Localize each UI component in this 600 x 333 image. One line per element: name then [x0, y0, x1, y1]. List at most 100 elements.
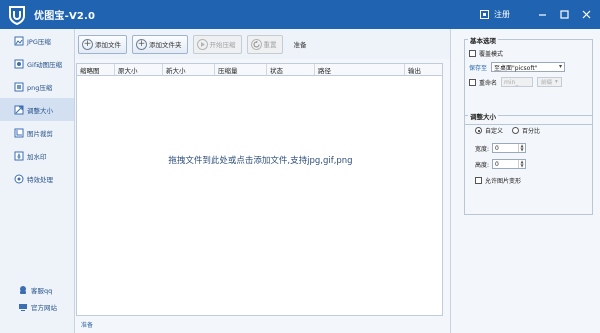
register-icon [480, 10, 489, 19]
basic-options-title: 基本选项 [468, 35, 498, 45]
png-icon [14, 82, 24, 91]
drop-hint: 拖拽文件到此处或点击添加文件,支持jpg,gif,png [168, 156, 353, 166]
sidebar-item-website[interactable]: 官方网站 [0, 298, 75, 315]
overwrite-label: 覆盖模式 [479, 51, 504, 58]
resize-icon [14, 105, 24, 114]
add-folder-button[interactable]: + 添加文件夹 [132, 34, 188, 54]
overwrite-checkbox[interactable]: 覆盖模式 [469, 49, 503, 58]
column-header[interactable]: 压缩量 [215, 64, 267, 75]
percent-radio[interactable]: 百分比 [512, 126, 540, 135]
width-row: 宽度: 0 ▲ ▼ [475, 143, 526, 153]
chevron-down-icon: ▾ [555, 79, 558, 85]
column-header[interactable]: 缩略图 [77, 64, 115, 75]
play-icon [196, 38, 208, 50]
app-logo-icon [6, 4, 28, 26]
allow-deform-checkbox[interactable]: 允许图片变形 [475, 176, 521, 185]
sidebar-item-label: 官方网站 [31, 303, 57, 312]
watermark-icon [14, 151, 24, 160]
column-header[interactable]: 状态 [267, 64, 315, 75]
stepper-arrows-icon[interactable]: ▲ ▼ [518, 144, 525, 152]
rename-value: min_ [504, 78, 519, 86]
rename-mode-select[interactable]: 前缀 ▾ [537, 77, 562, 87]
toolbar: + 添加文件 + 添加文件夹 开始压缩 重置 准备 [76, 29, 450, 59]
rename-mode-label: 前缀 [541, 80, 553, 86]
sidebar-bottom: 客服qq 官方网站 [0, 281, 75, 315]
percent-label: 百分比 [522, 128, 541, 135]
add-folder-label: 添加文件夹 [149, 41, 182, 49]
app-window: 优图宝-V2.0 注册 JPG压缩 Gif动图压缩 png压缩 调整大小 图片裁… [0, 0, 600, 333]
status-bar: 准备 [76, 316, 450, 333]
height-stepper[interactable]: 0 ▲ ▼ [492, 159, 526, 169]
stepper-arrows-icon[interactable]: ▲ ▼ [518, 160, 525, 168]
close-icon[interactable] [578, 7, 594, 23]
width-label: 宽度: [475, 145, 490, 153]
width-value: 0 [495, 144, 499, 152]
start-compress-label: 开始压缩 [209, 41, 236, 49]
column-header[interactable]: 新大小 [163, 64, 215, 75]
table-header: 缩略图 原大小 新大小 压缩量 状态 路径 输出 [77, 64, 442, 76]
column-header[interactable]: 原大小 [115, 64, 163, 75]
sidebar-item-label: png压缩 [27, 83, 53, 92]
file-table[interactable]: 缩略图 原大小 新大小 压缩量 状态 路径 输出 拖拽文件到此处或点击添加文件,… [76, 63, 443, 316]
sidebar-item-png[interactable]: png压缩 [0, 75, 74, 98]
sidebar-item-resize[interactable]: 调整大小 [0, 98, 74, 121]
crop-icon [14, 128, 24, 137]
sidebar-item-crop[interactable]: 图片裁剪 [0, 121, 74, 144]
sidebar-item-label: 客服qq [31, 286, 53, 295]
reset-label: 重置 [263, 41, 277, 49]
jpg-icon [14, 36, 24, 45]
gif-icon [14, 59, 24, 68]
custom-label: 自定义 [485, 128, 504, 135]
refresh-icon [250, 38, 262, 50]
custom-radio[interactable]: 自定义 [475, 126, 503, 135]
app-title: 优图宝-V2.0 [34, 11, 96, 22]
sidebar-item-support[interactable]: 客服qq [0, 281, 75, 298]
sidebar-item-effects[interactable]: 特效处理 [0, 167, 74, 190]
website-icon [19, 303, 27, 311]
title-bar: 优图宝-V2.0 注册 [0, 0, 600, 29]
checkbox-icon [475, 177, 482, 184]
sidebar-item-label: 特效处理 [27, 175, 53, 184]
sidebar-item-label: 加水印 [27, 152, 47, 161]
column-header[interactable]: 输出 [405, 64, 442, 75]
save-to-value: 至桌面"picsoft" [494, 64, 538, 72]
sidebar-item-label: JPG压缩 [27, 37, 51, 46]
radio-icon [512, 127, 519, 134]
height-row: 高度: 0 ▲ ▼ [475, 159, 526, 169]
save-to-select[interactable]: 至桌面"picsoft" ▾ [491, 62, 566, 72]
support-icon [20, 285, 26, 294]
plus-icon: + [136, 38, 147, 50]
rename-checkbox[interactable] [469, 78, 476, 86]
status-text: 准备 [81, 322, 94, 329]
sidebar-item-jpg[interactable]: JPG压缩 [0, 29, 74, 52]
chevron-down-icon: ▾ [559, 63, 563, 70]
resize-options-title: 调整大小 [468, 111, 498, 121]
column-header[interactable]: 路径 [315, 64, 405, 75]
add-file-label: 添加文件 [95, 41, 121, 49]
start-compress-button[interactable]: 开始压缩 [192, 34, 242, 54]
sidebar-item-label: Gif动图压缩 [27, 60, 63, 69]
radio-selected-icon [475, 127, 482, 134]
sidebar-item-watermark[interactable]: 加水印 [0, 144, 74, 167]
sidebar: JPG压缩 Gif动图压缩 png压缩 调整大小 图片裁剪 加水印 特效处理 客… [0, 29, 75, 333]
register-label: 注册 [494, 10, 510, 19]
title-right: 注册 [480, 0, 594, 29]
resize-options-group: 调整大小 自定义 百分比 宽度: 0 ▲ ▼ 高度: 0 ▲ ▼ 允许图片变形 [464, 111, 593, 215]
register-button[interactable]: 注册 [480, 9, 510, 20]
width-stepper[interactable]: 0 ▲ ▼ [492, 143, 526, 153]
effects-icon [14, 174, 24, 183]
options-panel: 基本选项 覆盖模式 保存至 至桌面"picsoft" ▾ 重命名 min_ 前缀… [450, 29, 600, 333]
maximize-icon[interactable] [556, 7, 572, 23]
rename-input[interactable]: min_ [501, 77, 534, 87]
sidebar-item-gif[interactable]: Gif动图压缩 [0, 52, 74, 75]
toolbar-status: 准备 [293, 41, 307, 49]
sidebar-item-label: 调整大小 [27, 106, 53, 115]
allow-deform-label: 允许图片变形 [485, 178, 522, 185]
save-to-label: 保存至 [469, 64, 488, 72]
save-to-row: 保存至 至桌面"picsoft" ▾ [469, 62, 566, 72]
reset-button[interactable]: 重置 [246, 34, 283, 54]
minimize-icon[interactable] [534, 7, 550, 23]
sidebar-item-label: 图片裁剪 [27, 129, 53, 138]
rename-label: 重命名 [479, 79, 498, 87]
add-file-button[interactable]: + 添加文件 [78, 34, 127, 54]
